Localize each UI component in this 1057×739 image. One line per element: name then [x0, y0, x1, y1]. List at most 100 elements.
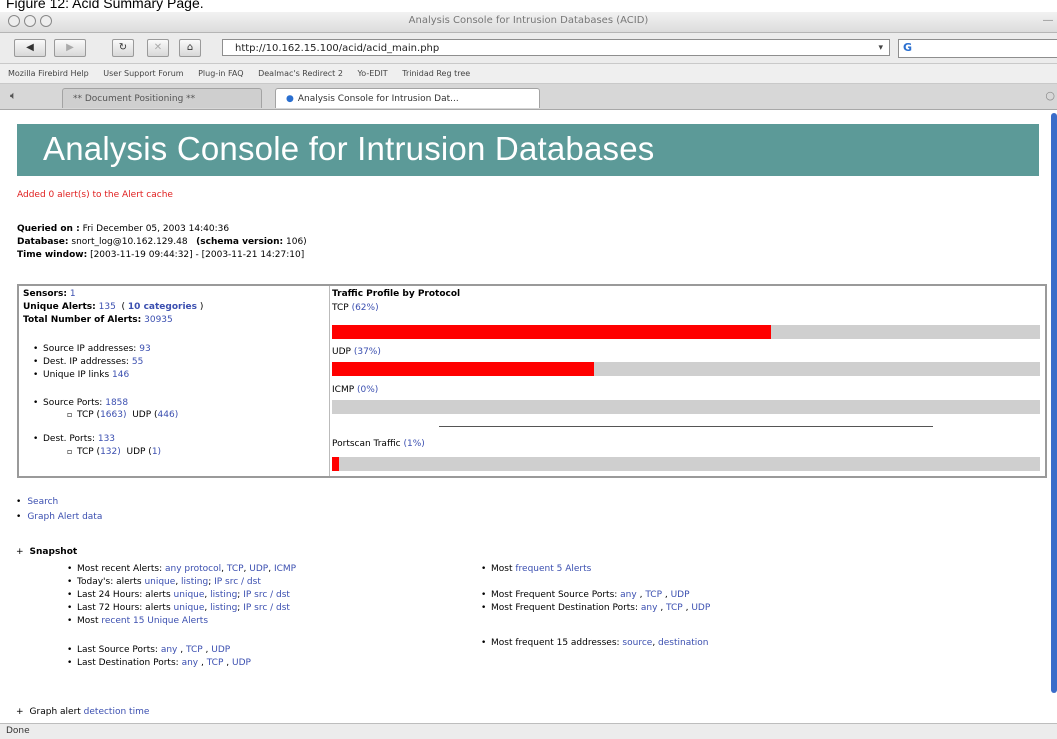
- recent-icmp-link[interactable]: ICMP: [274, 564, 296, 574]
- window-titlebar: Analysis Console for Intrusion Databases…: [0, 12, 1057, 33]
- last24-ip-link[interactable]: IP src / dst: [243, 590, 290, 600]
- database-label: Database:: [17, 237, 69, 247]
- source-ports-link[interactable]: 1858: [105, 398, 128, 408]
- last-dst-any-link[interactable]: any: [182, 658, 199, 668]
- bookmark-item[interactable]: Trinidad Reg tree: [402, 69, 470, 78]
- source-udp-link[interactable]: 446): [158, 410, 179, 420]
- today-unique-link[interactable]: unique: [144, 577, 175, 587]
- last-src-tcp-link[interactable]: TCP: [186, 645, 203, 655]
- freq-src-any-link[interactable]: any: [620, 590, 637, 600]
- freq15-destination-link[interactable]: destination: [658, 638, 708, 648]
- sensors-link[interactable]: 1: [70, 289, 76, 299]
- back-button[interactable]: ◀: [14, 39, 46, 57]
- source-ip-link[interactable]: 93: [139, 344, 150, 354]
- home-icon: ⌂: [186, 42, 194, 53]
- today-listing-link[interactable]: listing: [181, 577, 208, 587]
- freq-dst-any-link[interactable]: any: [641, 603, 658, 613]
- last-src-udp-link[interactable]: UDP: [211, 645, 230, 655]
- window-title: Analysis Console for Intrusion Databases…: [408, 15, 649, 26]
- freq-source-ports-item: Most Frequent Source Ports: any , TCP , …: [481, 590, 690, 600]
- dest-tcp-link[interactable]: 132): [100, 447, 121, 457]
- globe-icon: ●: [286, 94, 294, 104]
- tab-acid[interactable]: ● Analysis Console for Intrusion Dat...: [275, 88, 540, 108]
- search-field[interactable]: G: [898, 39, 1057, 58]
- source-tcp-link[interactable]: 1663): [100, 410, 126, 420]
- tcp-label-line: TCP (62%): [332, 303, 379, 313]
- last24-listing-link[interactable]: listing: [210, 590, 237, 600]
- last24-unique-link[interactable]: unique: [174, 590, 205, 600]
- recent-any-link[interactable]: any protocol: [165, 564, 221, 574]
- portscan-bar-fill: [332, 457, 340, 471]
- time-window-label: Time window:: [17, 250, 88, 260]
- total-alerts-link[interactable]: 30935: [144, 315, 173, 325]
- dest-ports-link[interactable]: 133: [98, 434, 115, 444]
- unique-ip-links-label: Unique IP links: [43, 370, 110, 380]
- reload-icon: ↻: [118, 42, 128, 53]
- search-link[interactable]: Search: [27, 497, 58, 507]
- last-dst-udp-link[interactable]: UDP: [232, 658, 251, 668]
- udp-label-line: UDP (37%): [332, 347, 381, 357]
- search-engine-icon[interactable]: G: [903, 41, 912, 54]
- summary-panel: Sensors: 1 Unique Alerts: 135 ( 10 categ…: [17, 284, 1047, 478]
- search-item: Search: [16, 497, 58, 507]
- panel-divider: [329, 286, 330, 476]
- bookmark-item[interactable]: Dealmac's Redirect 2: [258, 69, 343, 78]
- url-field[interactable]: http://10.162.15.100/acid/acid_main.php …: [222, 39, 890, 56]
- tab-close-icon[interactable]: ○: [1045, 89, 1055, 102]
- bookmark-item[interactable]: Mozilla Firebird Help: [8, 69, 89, 78]
- dest-udp-link[interactable]: 1): [152, 447, 161, 457]
- categories-link[interactable]: 10 categories: [128, 302, 197, 312]
- dest-ports-label: Dest. Ports:: [43, 434, 95, 444]
- last72-unique-link[interactable]: unique: [174, 603, 205, 613]
- recent-unique-alerts-link[interactable]: recent 15 Unique Alerts: [101, 616, 208, 626]
- tab-document-positioning[interactable]: ** Document Positioning **: [62, 88, 262, 108]
- toolbar-toggle-icon[interactable]: ―: [1043, 15, 1053, 26]
- freq-15-addresses-item: Most frequent 15 addresses: source, dest…: [481, 638, 709, 648]
- icmp-label-line: ICMP (0%): [332, 385, 379, 395]
- unique-ip-links-link[interactable]: 146: [112, 370, 129, 380]
- status-bar: Done: [0, 723, 1057, 739]
- last72-ip-link[interactable]: IP src / dst: [243, 603, 290, 613]
- tab-label: ** Document Positioning **: [73, 94, 196, 104]
- dest-ip-link[interactable]: 55: [132, 357, 143, 367]
- icmp-bar: [332, 400, 1040, 414]
- detection-time-link[interactable]: detection time: [84, 707, 150, 717]
- unique-alerts-link[interactable]: 135: [99, 302, 116, 312]
- speaker-icon[interactable]: 🔈︎: [10, 89, 17, 103]
- bookmark-item[interactable]: Yo-EDIT: [357, 69, 387, 78]
- todays-alerts-item: Today's: alerts unique, listing; IP src …: [67, 577, 261, 587]
- recent-udp-link[interactable]: UDP: [249, 564, 268, 574]
- graph-alert-data-link[interactable]: Graph Alert data: [27, 512, 102, 522]
- reload-button[interactable]: ↻: [112, 39, 134, 57]
- home-button[interactable]: ⌂: [179, 39, 201, 57]
- last72-listing-link[interactable]: listing: [210, 603, 237, 613]
- today-ip-link[interactable]: IP src / dst: [214, 577, 261, 587]
- last-dst-tcp-link[interactable]: TCP: [207, 658, 224, 668]
- freq-src-tcp-link[interactable]: TCP: [645, 590, 662, 600]
- freq-src-udp-link[interactable]: UDP: [671, 590, 690, 600]
- freq-dst-udp-link[interactable]: UDP: [691, 603, 710, 613]
- time-window-line: Time window: [2003-11-19 09:44:32] - [20…: [17, 250, 304, 260]
- url-text: http://10.162.15.100/acid/acid_main.php: [235, 43, 440, 54]
- recent-tcp-link[interactable]: TCP: [227, 564, 244, 574]
- queried-label: Queried on :: [17, 224, 80, 234]
- frequent-5-alerts-link[interactable]: frequent 5 Alerts: [515, 564, 591, 574]
- last24-alerts-item: Last 24 Hours: alerts unique, listing; I…: [67, 590, 290, 600]
- vertical-scrollbar[interactable]: [1051, 113, 1057, 693]
- tcp-percent-link[interactable]: (62%): [352, 303, 379, 313]
- last-source-ports-item: Last Source Ports: any , TCP , UDP: [67, 645, 230, 655]
- freq-dst-tcp-link[interactable]: TCP: [666, 603, 683, 613]
- last72-alerts-item: Last 72 Hours: alerts unique, listing; I…: [67, 603, 290, 613]
- freq15-source-link[interactable]: source: [622, 638, 652, 648]
- bookmark-item[interactable]: Plug-in FAQ: [198, 69, 243, 78]
- portscan-percent-link[interactable]: (1%): [403, 439, 424, 449]
- last-src-any-link[interactable]: any: [161, 645, 178, 655]
- alert-cache-message: Added 0 alert(s) to the Alert cache: [17, 190, 173, 200]
- url-dropdown-icon[interactable]: ▾: [878, 40, 883, 57]
- bookmark-item[interactable]: User Support Forum: [103, 69, 183, 78]
- icmp-percent-link[interactable]: (0%): [357, 385, 378, 395]
- forward-button[interactable]: ▶: [54, 39, 86, 57]
- stop-button[interactable]: ✕: [147, 39, 169, 57]
- bookmarks-bar: Mozilla Firebird Help User Support Forum…: [0, 64, 1057, 84]
- udp-percent-link[interactable]: (37%): [354, 347, 381, 357]
